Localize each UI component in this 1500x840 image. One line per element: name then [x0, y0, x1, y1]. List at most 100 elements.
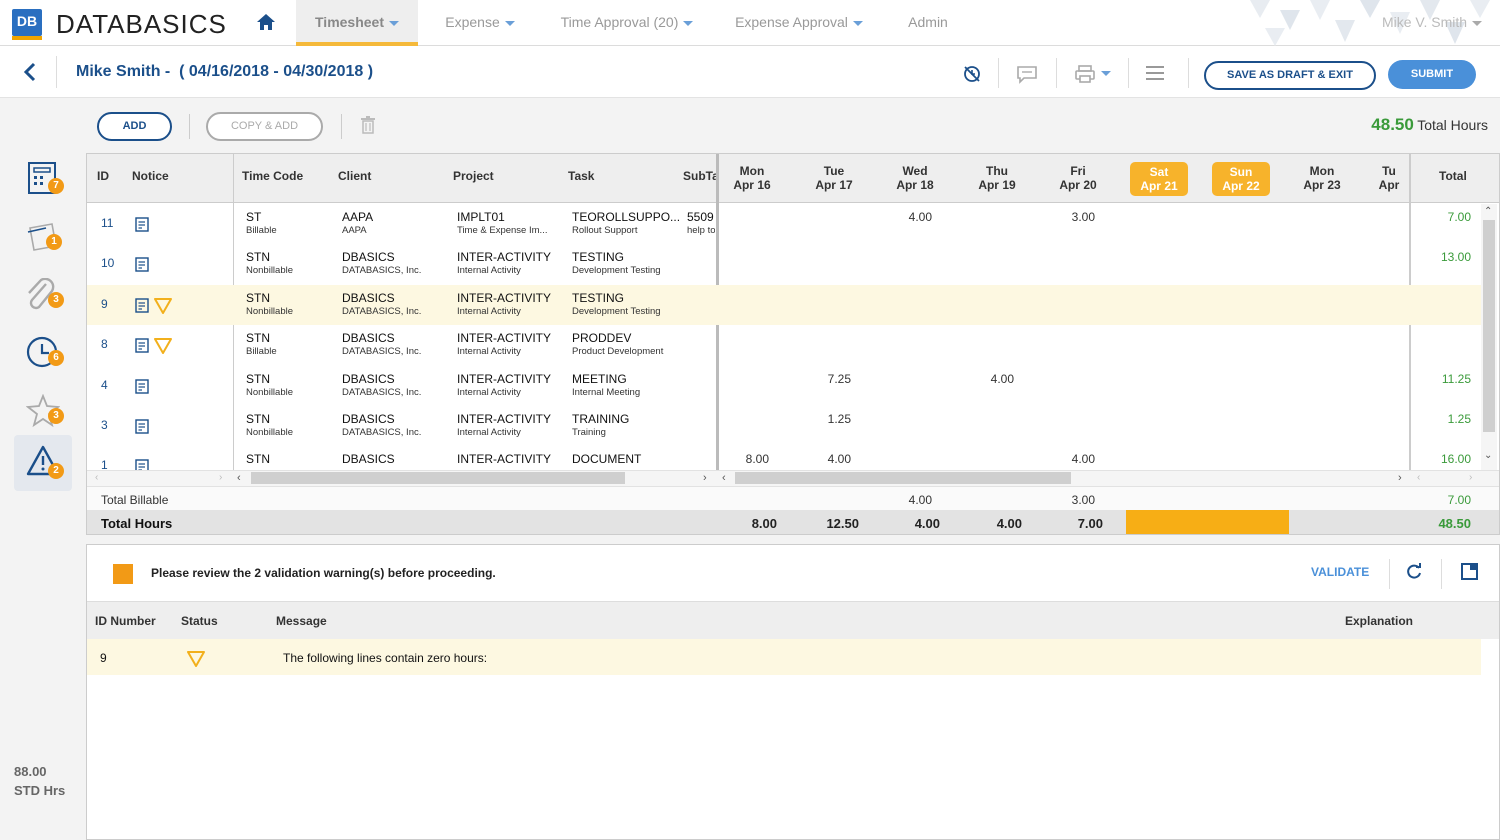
cell-client[interactable]: DBASICS	[342, 372, 450, 386]
row-id[interactable]: 9	[101, 297, 108, 311]
cell-project[interactable]: INTER-ACTIVITY	[457, 250, 565, 264]
cell-project[interactable]: INTER-ACTIVITY	[457, 412, 565, 426]
scroll-left-icon[interactable]: ‹	[237, 472, 241, 484]
cell-tc[interactable]: STN	[246, 250, 354, 264]
table-row[interactable]: 4 STN Nonbillable DBASICS DATABASICS, Inc. IN…	[87, 366, 1481, 406]
note-icon[interactable]	[135, 257, 149, 273]
cell-tc[interactable]: ST	[246, 210, 354, 224]
home-icon[interactable]	[256, 13, 276, 31]
submit-button[interactable]: SUBMIT	[1388, 60, 1476, 89]
cell-tc[interactable]: STN	[246, 412, 354, 426]
note-icon[interactable]	[135, 338, 149, 353]
scroll-right-icon[interactable]: ›	[1398, 472, 1402, 484]
cell-client[interactable]: DBASICS	[342, 250, 450, 264]
table-row[interactable]: 1 STN DBASICS INTER-ACTIVITY DOCUMENT 8.00 4.0…	[87, 446, 1481, 470]
sidebar-item-attachments[interactable]: 3	[14, 270, 72, 326]
cell-tc[interactable]: STN	[246, 372, 354, 386]
cell-task[interactable]: DOCUMENT	[572, 452, 680, 466]
table-row[interactable]: 3 STN Nonbillable DBASICS DATABASICS, Inc. IN…	[87, 406, 1481, 446]
back-arrow-icon[interactable]	[23, 62, 37, 82]
expand-icon[interactable]	[1461, 563, 1479, 581]
print-icon[interactable]	[1074, 64, 1098, 84]
scrollbar-thumb[interactable]	[735, 472, 1071, 484]
scroll-left-icon[interactable]: ‹	[1417, 472, 1420, 483]
sidebar-item-favorites[interactable]: 3	[14, 386, 72, 442]
row-id[interactable]: 1	[101, 458, 108, 470]
scroll-right-icon[interactable]: ›	[1469, 472, 1472, 483]
add-button[interactable]: ADD	[97, 112, 172, 141]
note-icon[interactable]	[135, 217, 149, 232]
table-row[interactable]: 8 STN Billable DBASICS DATABASICS, Inc. INTER…	[87, 325, 1481, 365]
table-row[interactable]: 11 ST Billable AAPA AAPA IMPLT01 Time & Expens…	[87, 204, 1481, 244]
chevron-down-icon[interactable]	[1101, 71, 1111, 76]
sidebar-item-warnings[interactable]: 2	[14, 435, 72, 491]
cell-task[interactable]: TEOROLLSUPPO...	[572, 210, 680, 224]
note-icon[interactable]	[135, 459, 149, 470]
cell-project[interactable]: IMPLT01	[457, 210, 565, 224]
sidebar-item-history[interactable]: 6	[14, 328, 72, 384]
row-id[interactable]: 10	[101, 256, 114, 270]
row-id[interactable]: 8	[101, 337, 108, 351]
delete-icon[interactable]	[360, 116, 376, 134]
scrollbar-thumb[interactable]	[1483, 220, 1495, 432]
hours-cell[interactable]: 4.00	[886, 210, 932, 224]
menu-icon[interactable]	[1146, 65, 1166, 81]
cell-client[interactable]: DBASICS	[342, 452, 450, 466]
hours-cell[interactable]: 4.00	[1049, 452, 1095, 466]
nav-expense-approval[interactable]: Expense Approval	[728, 0, 870, 46]
nav-admin[interactable]: Admin	[896, 0, 960, 46]
cell-tc[interactable]: STN	[246, 331, 354, 345]
sidebar-item-timesheet[interactable]: 7	[14, 154, 72, 210]
user-menu[interactable]: Mike V. Smith	[1372, 0, 1492, 46]
scroll-down-icon[interactable]: ⌄	[1484, 450, 1492, 461]
sidebar-item-notes[interactable]: 1	[14, 212, 72, 268]
table-row[interactable]: 10 STN Nonbillable DBASICS DATABASICS, Inc. I…	[87, 244, 1481, 284]
scroll-up-icon[interactable]: ⌃	[1484, 206, 1492, 217]
note-icon[interactable]	[135, 298, 149, 313]
scroll-left-icon[interactable]: ‹	[95, 472, 98, 483]
cell-tc[interactable]: STN	[246, 291, 354, 305]
cell-project[interactable]: INTER-ACTIVITY	[457, 372, 565, 386]
note-icon[interactable]	[135, 378, 149, 394]
hours-cell[interactable]: 4.00	[805, 452, 851, 466]
save-draft-exit-button[interactable]: SAVE AS DRAFT & EXIT	[1204, 61, 1376, 90]
cell-task[interactable]: MEETING	[572, 372, 680, 386]
hours-cell[interactable]: 1.25	[805, 412, 851, 426]
nav-time-approval[interactable]: Time Approval (20)	[552, 0, 702, 46]
scroll-right-icon[interactable]: ›	[219, 472, 222, 483]
row-id[interactable]: 3	[101, 418, 108, 432]
col-header-task[interactable]: Task	[568, 169, 594, 183]
row-id[interactable]: 11	[101, 216, 113, 230]
hours-cell[interactable]: 4.00	[968, 372, 1014, 386]
col-header-time-code[interactable]: Time Code	[242, 169, 303, 183]
col-header-subtask[interactable]: SubTa	[683, 169, 717, 183]
validate-button[interactable]: VALIDATE	[1311, 565, 1369, 579]
cell-client[interactable]: DBASICS	[342, 331, 450, 345]
col-header-client[interactable]: Client	[338, 169, 371, 183]
cell-client[interactable]: DBASICS	[342, 291, 450, 305]
cell-task[interactable]: TESTING	[572, 291, 680, 305]
cell-task[interactable]: TESTING	[572, 250, 680, 264]
refresh-icon[interactable]	[1405, 563, 1423, 581]
hours-cell[interactable]: 3.00	[1049, 210, 1095, 224]
cell-project[interactable]: INTER-ACTIVITY	[457, 452, 565, 466]
cell-task[interactable]: PRODDEV	[572, 331, 680, 345]
col-header-project[interactable]: Project	[453, 169, 494, 183]
cell-client[interactable]: DBASICS	[342, 412, 450, 426]
scrollbar-thumb[interactable]	[251, 472, 625, 484]
hours-cell[interactable]: 7.25	[805, 372, 851, 386]
table-row[interactable]: 9 STN Nonbillable DBASICS DATABASICS, Inc. IN…	[87, 284, 1481, 326]
comment-icon[interactable]	[1016, 64, 1038, 84]
cell-project[interactable]: INTER-ACTIVITY	[457, 331, 565, 345]
cell-project[interactable]: INTER-ACTIVITY	[457, 291, 565, 305]
note-icon[interactable]	[135, 419, 149, 434]
scroll-left-icon[interactable]: ‹	[722, 472, 726, 484]
hide-icon[interactable]	[962, 64, 982, 84]
nav-expense[interactable]: Expense	[430, 0, 530, 46]
cell-subtask[interactable]: 5509	[687, 210, 715, 224]
cell-client[interactable]: AAPA	[342, 210, 450, 224]
copy-add-button[interactable]: COPY & ADD	[206, 112, 323, 141]
row-id[interactable]: 4	[101, 378, 108, 392]
hours-cell[interactable]: 8.00	[723, 452, 769, 466]
cell-task[interactable]: TRAINING	[572, 412, 680, 426]
